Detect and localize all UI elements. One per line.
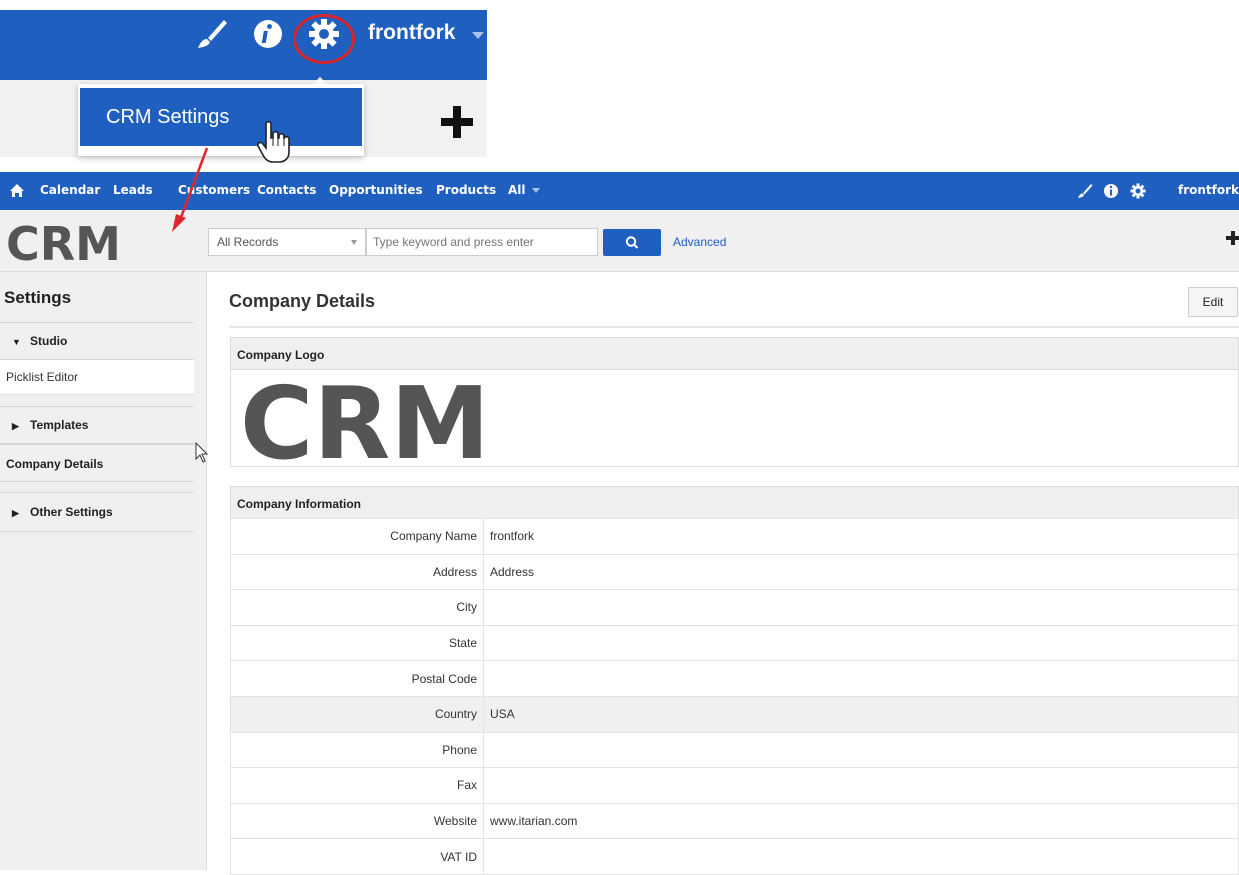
search-button[interactable] <box>603 229 661 256</box>
settings-dropdown: CRM Settings <box>78 84 364 156</box>
field-label: Address <box>230 553 484 591</box>
company-information-panel-header: Company Information <box>230 486 1239 519</box>
nav-calendar[interactable]: Calendar <box>40 183 100 197</box>
search-icon <box>625 236 639 249</box>
zoomed-user-menu[interactable]: frontfork <box>368 21 456 45</box>
nav-contacts[interactable]: Contacts <box>257 183 316 197</box>
sidebar-section-label: Templates <box>30 418 89 432</box>
sidebar-section-templates[interactable]: ▶ Templates <box>0 406 194 444</box>
page-title: Company Details <box>229 291 376 311</box>
sidebar-title: Settings <box>4 288 72 307</box>
field-label: City <box>230 589 484 626</box>
caret-right-icon: ▶ <box>12 421 19 431</box>
table-row: Fax <box>230 767 1239 804</box>
hand-cursor-icon <box>257 120 290 163</box>
table-row: Address Address <box>230 553 1239 591</box>
paintbrush-icon[interactable] <box>1076 182 1094 200</box>
info-icon[interactable] <box>250 16 286 52</box>
nav-opportunities[interactable]: Opportunities <box>329 183 423 197</box>
field-value <box>483 589 1239 626</box>
field-value <box>483 660 1239 697</box>
sidebar-item-company-details[interactable]: Company Details <box>0 444 194 482</box>
field-value <box>483 838 1239 875</box>
field-label: Website <box>230 802 484 840</box>
nav-all[interactable]: All <box>508 183 540 197</box>
chevron-down-icon <box>531 188 540 193</box>
edit-button[interactable]: Edit <box>1188 287 1238 317</box>
table-row: State <box>230 624 1239 662</box>
sidebar-section-label: Studio <box>30 334 68 348</box>
nav-leads[interactable]: Leads <box>113 183 153 197</box>
crm-logo: CRM <box>6 222 121 264</box>
field-label: Company Name <box>230 518 484 555</box>
user-menu[interactable]: frontfork <box>1178 183 1239 197</box>
field-label: VAT ID <box>230 838 484 875</box>
field-label: Phone <box>230 731 484 769</box>
chevron-down-icon[interactable] <box>472 32 484 39</box>
company-information-table: Company Name frontfork Address Address Cit… <box>230 518 1239 875</box>
search-input[interactable] <box>366 228 598 256</box>
sidebar-section-other-settings[interactable]: ▶ Other Settings <box>0 492 194 532</box>
field-label: State <box>230 624 484 662</box>
info-icon[interactable] <box>1102 182 1120 200</box>
gear-highlight-circle <box>293 14 355 64</box>
field-value: frontfork <box>483 518 1239 555</box>
field-value <box>483 624 1239 662</box>
nav-products[interactable]: Products <box>436 183 496 197</box>
caret-down-icon: ▼ <box>12 337 21 347</box>
nav-customers[interactable]: Customers <box>178 183 250 197</box>
paintbrush-icon[interactable] <box>194 16 230 52</box>
caret-right-icon: ▶ <box>12 508 19 518</box>
advanced-search-link[interactable]: Advanced <box>673 235 726 249</box>
table-row: Website www.itarian.com <box>230 802 1239 840</box>
company-logo-text: CRM <box>240 378 490 462</box>
nav-all-label: All <box>508 183 526 197</box>
sidebar-section-label: Other Settings <box>30 505 113 519</box>
company-logo-image: CRM <box>240 378 490 462</box>
record-scope-value: All Records <box>217 235 279 249</box>
company-logo-panel-header: Company Logo <box>230 337 1239 370</box>
field-value <box>483 731 1239 769</box>
home-icon[interactable] <box>8 182 26 200</box>
field-value: Address <box>483 553 1239 591</box>
mouse-pointer-icon <box>195 442 209 463</box>
crm-settings-menu-item[interactable]: CRM Settings <box>80 88 362 146</box>
sidebar-section-studio[interactable]: ▼ Studio <box>0 322 194 360</box>
table-row: Company Name frontfork <box>230 518 1239 555</box>
chevron-down-icon <box>351 240 357 245</box>
plus-icon[interactable] <box>441 106 473 138</box>
plus-icon[interactable] <box>1226 231 1239 245</box>
title-divider <box>229 326 1239 328</box>
field-value <box>483 767 1239 804</box>
field-value: www.itarian.com <box>483 802 1239 840</box>
sidebar-item-picklist-editor[interactable]: Picklist Editor <box>0 360 194 395</box>
field-label: Postal Code <box>230 660 484 697</box>
field-label: Fax <box>230 767 484 804</box>
crm-logo-text: CRM <box>6 222 121 264</box>
table-row: Postal Code <box>230 660 1239 697</box>
table-row: City <box>230 589 1239 626</box>
table-row: Country USA <box>230 695 1239 733</box>
field-value: USA <box>483 695 1239 733</box>
main-navigation: Calendar Leads Customers Contacts Opport… <box>0 172 1239 210</box>
field-label: Country <box>230 695 484 733</box>
table-row: Phone <box>230 731 1239 769</box>
gear-icon[interactable] <box>1129 182 1147 200</box>
table-row: VAT ID <box>230 838 1239 875</box>
record-scope-select[interactable]: All Records <box>208 228 366 256</box>
